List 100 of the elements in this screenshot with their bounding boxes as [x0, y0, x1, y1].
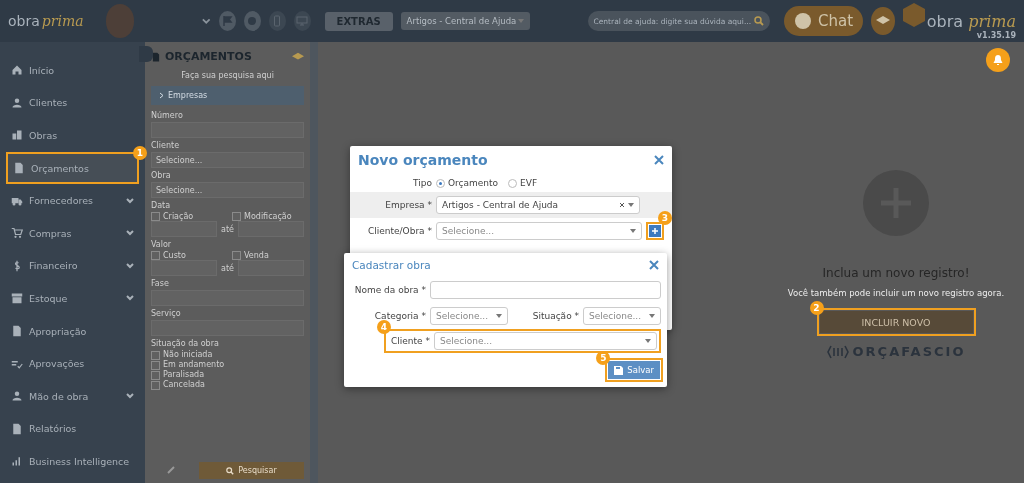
sidebar-item[interactable]: Fornecedores	[6, 184, 139, 217]
dropdown-arrow-icon	[645, 339, 651, 343]
checkbox-label: Modificação	[244, 212, 292, 221]
avatar[interactable]	[105, 4, 135, 38]
search-button[interactable]: Pesquisar	[199, 462, 304, 479]
radio-label: EVF	[520, 178, 538, 188]
save-button[interactable]: Salvar	[608, 361, 660, 379]
bracket-logo-icon	[826, 344, 849, 359]
client-select[interactable]: Selecione...	[434, 332, 657, 350]
filter-panel-handle[interactable]	[310, 42, 318, 483]
checkbox[interactable]	[232, 212, 241, 221]
chevron-down-icon	[126, 229, 134, 238]
chat-button[interactable]: Chat	[784, 6, 864, 36]
sidebar-item[interactable]: Financeiro	[6, 249, 139, 283]
filter-input[interactable]	[238, 260, 304, 276]
sidebar-item[interactable]: Mão de obra	[6, 379, 139, 413]
checkbox[interactable]	[151, 251, 160, 260]
close-icon[interactable]	[654, 155, 664, 165]
chevron-down-icon	[126, 392, 134, 401]
project-name-field[interactable]	[430, 281, 661, 299]
plus-icon	[651, 227, 659, 235]
client-project-select[interactable]: Selecione...	[436, 222, 642, 240]
checkbox[interactable]	[151, 370, 160, 380]
clear-dropdown-icon	[620, 202, 634, 208]
building-icon	[11, 129, 23, 142]
range-separator: até	[221, 263, 234, 273]
checkbox-label: Cancelada	[163, 380, 205, 390]
step-badge: 4	[377, 320, 391, 334]
field-label: Obra	[151, 171, 172, 180]
sidebar-item[interactable]: Apropriação	[6, 314, 139, 348]
bell-icon[interactable]	[986, 48, 1010, 72]
document-icon	[11, 325, 23, 338]
filter-input[interactable]	[151, 260, 217, 276]
sidebar-item[interactable]: Início	[6, 54, 139, 87]
field-label: Fase	[151, 279, 170, 288]
chevron-right-icon	[159, 92, 164, 99]
sidebar-item[interactable]: Compras	[6, 216, 139, 250]
chevron-down-icon[interactable]	[202, 16, 211, 26]
category-select[interactable]: Selecione...	[430, 307, 508, 325]
flag-icon[interactable]	[218, 11, 236, 31]
field-label: Valor	[151, 240, 173, 249]
search-hint: Faça sua pesquisa aqui	[180, 70, 275, 82]
dropdown-arrow-icon	[649, 314, 655, 318]
checkbox[interactable]	[151, 350, 160, 360]
brand-logo: obra prima	[926, 11, 1016, 31]
sidebar-item[interactable]: Relatórios	[6, 412, 139, 446]
dropdown-arrow-icon	[496, 314, 502, 318]
home-icon	[11, 64, 23, 77]
cart-icon	[11, 227, 23, 240]
field-label: Data	[151, 201, 172, 210]
field-label: Situação *	[531, 311, 579, 321]
status-select[interactable]: Selecione...	[583, 307, 661, 325]
search-icon	[754, 16, 765, 26]
close-icon[interactable]	[649, 260, 659, 270]
graduation-cap-icon[interactable]	[871, 7, 895, 35]
step-badge: 3	[658, 211, 672, 225]
checkbox-label: Custo	[163, 251, 186, 260]
sidebar-item[interactable]: Aprovações	[6, 347, 139, 380]
filter-select[interactable]: Selecione...	[151, 152, 304, 168]
field-label: Cliente *	[390, 336, 430, 346]
sidebar-item[interactable]: Business Intelligence	[6, 445, 139, 478]
archive-icon	[11, 292, 23, 305]
sidebar-item[interactable]: Estoque	[6, 282, 139, 315]
chevron-down-icon	[126, 294, 134, 303]
field-label: Cliente/Obra *	[367, 226, 432, 236]
field-label: Tipo	[412, 178, 432, 188]
chevron-down-icon	[126, 261, 134, 270]
checkbox[interactable]	[151, 360, 160, 370]
company-select[interactable]: Artigos - Central de Ajuda	[400, 12, 530, 30]
step-badge: 2	[809, 301, 824, 315]
dialog-title: Cadastrar obra	[352, 259, 431, 271]
checkbox[interactable]	[151, 380, 160, 390]
user-icon	[11, 96, 23, 109]
bar-chart-icon	[11, 455, 23, 468]
hexagon-logo-icon	[902, 2, 925, 27]
panel-title: ORÇAMENTOS	[165, 50, 253, 63]
field-label: Nome da obra *	[353, 285, 426, 295]
document-icon	[11, 422, 23, 435]
field-label: Empresa *	[384, 200, 432, 210]
filter-input[interactable]	[238, 221, 304, 237]
document-icon	[151, 50, 161, 63]
field-label: Categoria *	[373, 311, 426, 321]
search-icon	[226, 466, 235, 475]
radio-label: Orçamento	[448, 178, 499, 188]
field-label: Situação da obra	[151, 339, 220, 348]
add-new-button[interactable]: INCLUIR NOVO	[819, 311, 973, 333]
filter-select[interactable]: Selecione...	[151, 182, 304, 198]
filter-input[interactable]	[151, 221, 217, 237]
checkbox[interactable]	[232, 251, 241, 260]
company-select[interactable]: Artigos - Central de Ajuda	[436, 196, 640, 214]
monitor-icon[interactable]	[293, 11, 311, 31]
phone-icon[interactable]	[268, 11, 286, 31]
sidebar-item[interactable]: Clientes	[6, 86, 139, 120]
companies-section[interactable]: Empresas	[151, 86, 304, 105]
field-label: Serviço	[151, 309, 182, 318]
step-badge: 5	[596, 351, 611, 365]
checkbox[interactable]	[151, 212, 160, 221]
document-icon	[13, 162, 25, 175]
checkbox-label: Paralisada	[163, 370, 205, 380]
help-icon	[794, 12, 813, 30]
